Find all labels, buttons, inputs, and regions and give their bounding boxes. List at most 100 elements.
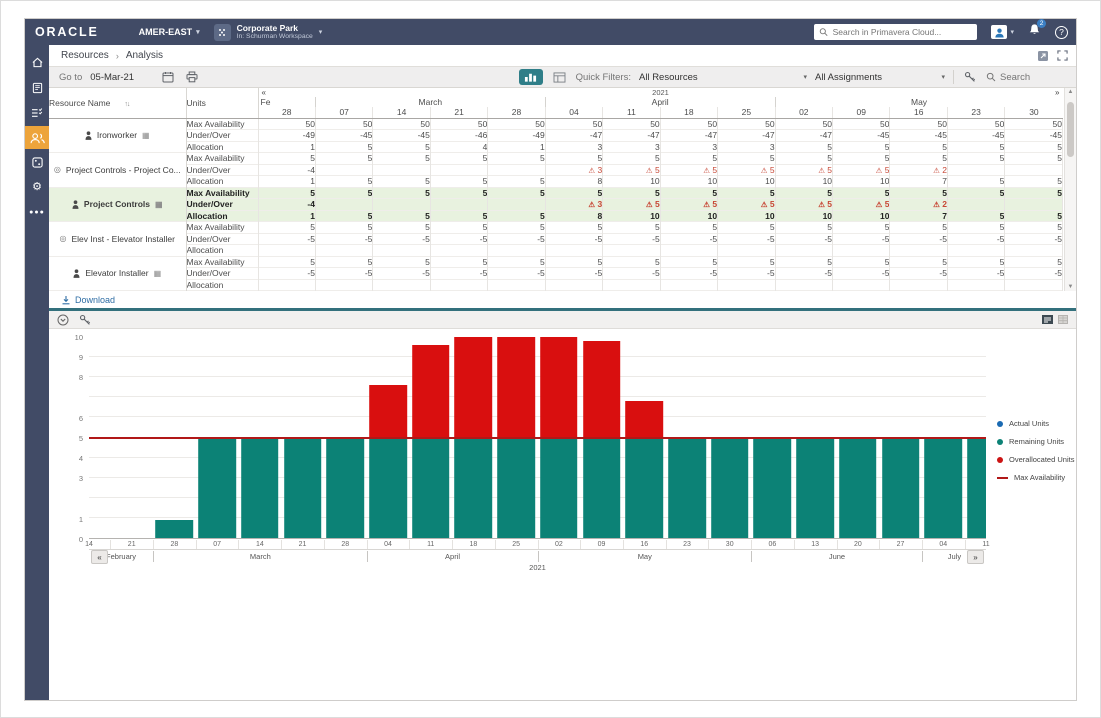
timescale-next-button[interactable]: » — [1052, 88, 1062, 97]
sidebar-item-resources[interactable] — [25, 126, 49, 149]
chart-bar-overallocated[interactable] — [540, 337, 578, 438]
chart-bar-remaining[interactable] — [198, 437, 236, 538]
sidebar-item-home[interactable] — [25, 51, 49, 74]
chart-bar-remaining[interactable] — [155, 519, 194, 538]
help-button[interactable]: ? — [1055, 25, 1068, 39]
grid-cell: 5 — [372, 210, 431, 222]
breadcrumb-resources[interactable]: Resources — [61, 50, 109, 61]
user-menu[interactable]: ▾ — [991, 25, 1014, 39]
resource-name[interactable]: Ironworker — [97, 130, 137, 140]
fullscreen-button[interactable] — [1057, 50, 1068, 61]
grid-cell: ⚠ 5 — [660, 164, 719, 176]
chart-next-button[interactable]: » — [967, 550, 984, 564]
chart-bar-remaining[interactable] — [796, 437, 834, 538]
chart-bar-remaining[interactable] — [967, 437, 986, 538]
usage-chart-icon[interactable]: ▦ — [142, 131, 150, 140]
grid-row: Allocation 1 5 5 4 1 3 3 3 3 5 5 5 5 5 — [49, 141, 1063, 153]
calendar-button[interactable] — [160, 71, 176, 83]
chart-bar-remaining[interactable] — [326, 437, 365, 538]
chart-bar-remaining[interactable] — [454, 437, 493, 538]
units-row-label: Max Availability — [186, 152, 259, 164]
resource-name[interactable]: Elevator Installer — [85, 268, 148, 278]
detail-panel-button[interactable] — [1037, 50, 1049, 62]
timescale-prev-button[interactable]: « — [259, 88, 269, 97]
resource-name-header[interactable]: Resource Name ↑↓ — [49, 88, 187, 119]
chart-bar-overallocated[interactable] — [625, 401, 664, 438]
chart-bar-remaining[interactable] — [369, 437, 407, 538]
resource-cell[interactable]: Elevator Installer ▦ — [49, 256, 187, 291]
notifications-button[interactable]: 2 — [1028, 19, 1046, 41]
resource-cell[interactable]: Project Controls ▦ — [49, 187, 187, 222]
chart-bar-overallocated[interactable] — [369, 385, 407, 438]
scroll-up-icon[interactable]: ▲ — [1065, 89, 1076, 95]
chart-bar-remaining[interactable] — [924, 437, 963, 538]
global-search-input[interactable] — [832, 27, 973, 37]
sidebar-item-more[interactable]: ●●● — [25, 201, 49, 224]
sidebar-item-dashboards[interactable] — [25, 76, 49, 99]
chart-bar-remaining[interactable] — [582, 437, 621, 538]
warning-icon: ⚠ — [875, 165, 883, 175]
chart-prev-button[interactable]: « — [91, 550, 108, 564]
collapse-chart-button[interactable] — [57, 314, 69, 326]
chart-bar-remaining[interactable] — [540, 437, 578, 538]
resource-name[interactable]: Elev Inst - Elevator Installer — [72, 234, 175, 244]
chevron-down-icon: ▾ — [1010, 29, 1014, 36]
goto-date-input[interactable] — [90, 71, 153, 83]
scroll-down-icon[interactable]: ▼ — [1065, 284, 1076, 290]
chart-bar-remaining[interactable] — [283, 437, 322, 538]
chart-bar-remaining[interactable] — [710, 437, 749, 538]
day-header: 16 — [889, 107, 948, 119]
workspace-selector[interactable]: Corporate Park In: Schurman Workspace ▾ — [213, 23, 322, 41]
print-button[interactable] — [184, 71, 200, 83]
chart-options-button[interactable] — [79, 314, 91, 326]
assignments-filter-select[interactable]: All Assignments ▾ — [815, 72, 945, 83]
x-axis-day-label: 07 — [213, 541, 222, 548]
chart-bar-overallocated[interactable] — [582, 341, 621, 438]
chart-bar-remaining[interactable] — [241, 437, 279, 538]
chart-table-toggle[interactable] — [1058, 315, 1068, 324]
grid-cell: 1 — [487, 141, 546, 153]
table-search-input[interactable] — [1000, 71, 1066, 83]
sidebar-item-tasks[interactable] — [25, 101, 49, 124]
grid-row: Under/Over -5 -5 -5 -5 -5 -5 -5 -5 -5 -5 -5 -5 -5 -5 — [49, 233, 1063, 245]
customize-button[interactable] — [962, 71, 978, 83]
sort-icon[interactable]: ↑↓ — [124, 101, 130, 108]
grid-cell: -5 — [832, 267, 891, 279]
table-scrollbar[interactable]: ▲ ▼ — [1064, 88, 1076, 291]
resource-name[interactable]: Project Controls - Project Co... — [66, 165, 181, 175]
download-link[interactable]: Download — [61, 295, 115, 305]
resource-cell[interactable]: ◎ Elev Inst - Elevator Installer — [49, 221, 187, 256]
chart-bar-remaining[interactable] — [497, 437, 535, 538]
table-search[interactable] — [986, 71, 1066, 83]
chart-bar-overallocated[interactable] — [454, 337, 493, 438]
usage-chart-icon[interactable]: ▦ — [155, 200, 163, 209]
sidebar-item-apps[interactable] — [25, 151, 49, 174]
resource-cell[interactable]: ◎ Project Controls - Project Co... — [49, 152, 187, 187]
chart-plot — [89, 337, 986, 539]
usage-chart-icon[interactable]: ▦ — [154, 269, 162, 278]
scrollbar-thumb[interactable] — [1067, 102, 1074, 157]
x-axis-day-label: 02 — [554, 541, 563, 548]
chart-bar-remaining[interactable] — [411, 437, 450, 538]
chart-bar-remaining[interactable] — [881, 437, 920, 538]
chart-bar-remaining[interactable] — [625, 437, 664, 538]
global-search[interactable] — [814, 24, 978, 40]
chart-bar-overallocated[interactable] — [497, 337, 535, 438]
y-axis-label: 10 — [74, 333, 83, 342]
chart-bar-overallocated[interactable] — [411, 345, 450, 438]
grid-cell — [832, 244, 891, 256]
chart-legend-toggle[interactable] — [1042, 315, 1053, 324]
resource-cell[interactable]: Ironworker ▦ — [49, 118, 187, 153]
chart-bar-remaining[interactable] — [839, 437, 877, 538]
sidebar-item-settings[interactable]: ⚙ — [25, 176, 49, 199]
histogram-view-button[interactable] — [518, 69, 543, 85]
resources-filter-select[interactable]: All Resources ▾ — [639, 72, 807, 83]
spreadsheet-view-button[interactable] — [551, 71, 568, 83]
chart-bar-remaining[interactable] — [668, 437, 706, 538]
chart-bar-remaining[interactable] — [753, 437, 792, 538]
grid-cell: 5 — [430, 175, 489, 187]
sidebar: ⚙ ●●● — [25, 45, 49, 700]
grid-cell: 5 — [602, 152, 661, 164]
org-selector[interactable]: AMER-EAST ▾ — [139, 27, 200, 37]
resource-name[interactable]: Project Controls — [84, 199, 150, 209]
